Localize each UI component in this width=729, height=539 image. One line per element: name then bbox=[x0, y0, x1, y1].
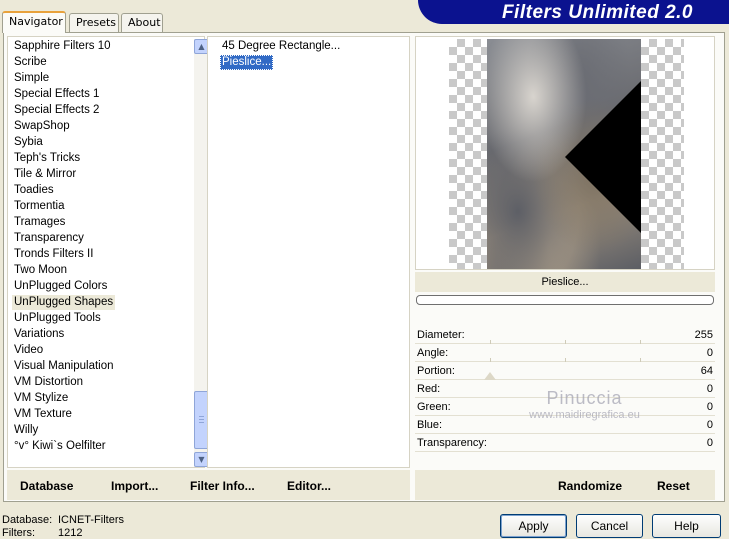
param-value: 0 bbox=[706, 347, 713, 359]
category-item[interactable]: UnPlugged Shapes bbox=[12, 295, 116, 310]
param-label: Green: bbox=[417, 401, 451, 413]
filter-info-button[interactable]: Filter Info... bbox=[190, 479, 255, 493]
category-item[interactable]: VM Distortion bbox=[12, 375, 85, 390]
watermark: Pinuccia www.maidiregrafica.eu bbox=[522, 388, 647, 421]
category-item[interactable]: Tile & Mirror bbox=[12, 167, 78, 182]
status-database-label: Database: bbox=[2, 514, 53, 526]
category-item[interactable]: UnPlugged Colors bbox=[12, 279, 109, 294]
progress-bar bbox=[416, 295, 714, 305]
category-item[interactable]: SwapShop bbox=[12, 119, 72, 134]
param-value: 0 bbox=[706, 437, 713, 449]
category-item[interactable]: Variations bbox=[12, 327, 66, 342]
category-item[interactable]: Two Moon bbox=[12, 263, 69, 278]
param-label: Diameter: bbox=[417, 329, 465, 341]
apply-button[interactable]: Apply bbox=[500, 514, 567, 538]
cancel-button[interactable]: Cancel bbox=[576, 514, 643, 538]
category-item[interactable]: Tramages bbox=[12, 215, 67, 230]
filter-list[interactable]: 45 Degree Rectangle... Pieslice... bbox=[207, 36, 410, 468]
import-button[interactable]: Import... bbox=[111, 479, 158, 493]
status-database: Database: ICNET-Filters bbox=[2, 514, 124, 526]
category-item[interactable]: Tormentia bbox=[12, 199, 67, 214]
category-item[interactable]: Transparency bbox=[12, 231, 86, 246]
status-filters-value: 1212 bbox=[58, 527, 83, 539]
app-logo: Filters Unlimited 2.0 bbox=[418, 0, 729, 24]
randomize-button[interactable]: Randomize bbox=[558, 479, 622, 493]
category-item[interactable]: Scribe bbox=[12, 55, 49, 70]
category-item[interactable]: UnPlugged Tools bbox=[12, 311, 103, 326]
editor-button[interactable]: Editor... bbox=[287, 479, 331, 493]
category-item[interactable]: Special Effects 2 bbox=[12, 103, 101, 118]
param-value: 0 bbox=[706, 383, 713, 395]
category-item[interactable]: VM Texture bbox=[12, 407, 74, 422]
category-item[interactable]: Willy bbox=[12, 423, 40, 438]
param-diameter[interactable]: Diameter: 255 bbox=[415, 326, 715, 344]
category-item[interactable]: Simple bbox=[12, 71, 51, 86]
category-item[interactable]: Toadies bbox=[12, 183, 56, 198]
param-label: Angle: bbox=[417, 347, 449, 359]
tab-navigator[interactable]: Navigator bbox=[2, 11, 66, 33]
category-item[interactable]: VM Stylize bbox=[12, 391, 70, 406]
filter-name: Pieslice... bbox=[415, 272, 715, 292]
category-list[interactable]: Sapphire Filters 10 Scribe Simple Special E… bbox=[7, 36, 209, 468]
param-label: Portion: bbox=[417, 365, 455, 377]
preview-pane bbox=[415, 36, 715, 270]
category-item[interactable]: °v° Kiwi`s Oelfilter bbox=[12, 439, 108, 454]
param-transparency[interactable]: Transparency: 0 bbox=[415, 434, 715, 452]
param-value: 0 bbox=[706, 419, 713, 431]
tab-presets[interactable]: Presets bbox=[69, 13, 119, 32]
watermark-name: Pinuccia bbox=[546, 388, 623, 408]
filter-item[interactable]: 45 Degree Rectangle... bbox=[220, 39, 342, 54]
param-value: 64 bbox=[700, 365, 713, 377]
status-filters-label: Filters: bbox=[2, 527, 35, 539]
preview-image bbox=[487, 39, 641, 269]
watermark-url: www.maidiregrafica.eu bbox=[529, 409, 640, 421]
slider-thumb[interactable] bbox=[484, 372, 496, 380]
category-item[interactable]: Teph's Tricks bbox=[12, 151, 82, 166]
category-item[interactable]: Tronds Filters II bbox=[12, 247, 95, 262]
category-item[interactable]: Sapphire Filters 10 bbox=[12, 39, 113, 54]
filter-item[interactable]: Pieslice... bbox=[220, 55, 274, 70]
param-value: 255 bbox=[694, 329, 713, 341]
status-database-value: ICNET-Filters bbox=[58, 514, 124, 526]
category-item[interactable]: Visual Manipulation bbox=[12, 359, 116, 374]
param-label: Red: bbox=[417, 383, 441, 395]
tab-about[interactable]: About bbox=[121, 13, 163, 32]
param-portion[interactable]: Portion: 64 bbox=[415, 362, 715, 380]
param-label: Transparency: bbox=[417, 437, 487, 449]
database-button[interactable]: Database bbox=[20, 479, 73, 493]
status-filters: Filters: 1212 bbox=[2, 527, 82, 539]
param-value: 0 bbox=[706, 401, 713, 413]
help-button[interactable]: Help bbox=[652, 514, 721, 538]
category-item[interactable]: Video bbox=[12, 343, 45, 358]
param-angle[interactable]: Angle: 0 bbox=[415, 344, 715, 362]
param-label: Blue: bbox=[417, 419, 443, 431]
reset-button[interactable]: Reset bbox=[657, 479, 690, 493]
category-item[interactable]: Sybia bbox=[12, 135, 45, 150]
category-item[interactable]: Special Effects 1 bbox=[12, 87, 101, 102]
